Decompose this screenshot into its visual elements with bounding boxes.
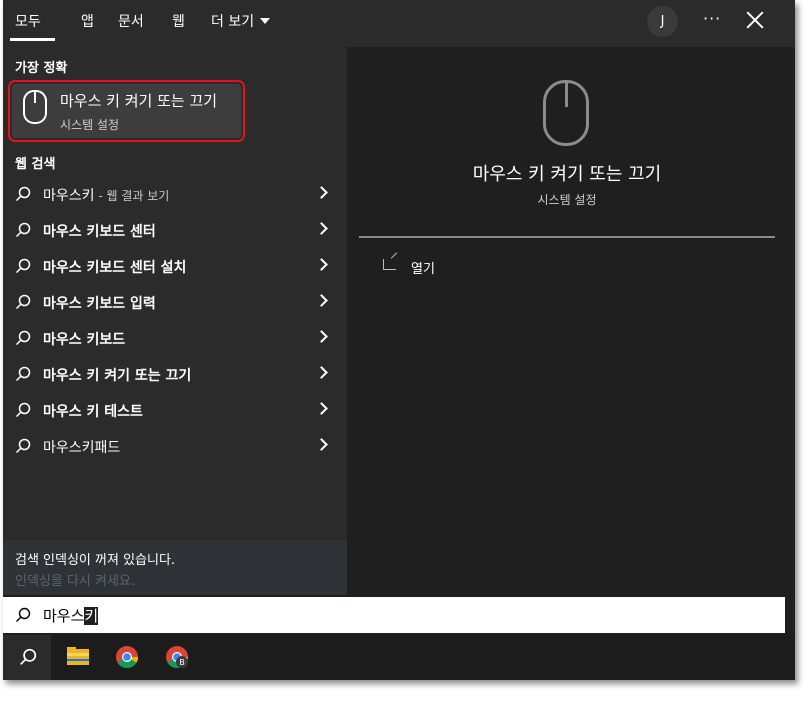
web-result-item[interactable]: 마우스 키보드 센터 설치 <box>3 248 347 284</box>
taskbar: B <box>3 635 795 680</box>
best-match-title: 마우스 키 켜기 또는 끄기 <box>60 92 218 110</box>
search-box[interactable]: 마우스키 <box>3 597 785 633</box>
web-search-heading: 웹 검색 <box>15 157 56 172</box>
web-result-label: 마우스 키보드 센터 <box>43 224 156 240</box>
chevron-right-icon <box>315 222 328 235</box>
mouse-icon <box>23 90 47 124</box>
search-icon <box>15 186 31 202</box>
chevron-right-icon <box>315 330 328 343</box>
tab-apps[interactable]: 앱 <box>81 11 94 33</box>
web-result-label: 마우스 키 테스트 <box>43 404 143 420</box>
best-match-subtitle: 시스템 설정 <box>60 118 120 132</box>
file-explorer-icon[interactable] <box>67 647 89 665</box>
search-input[interactable]: 마우스키 <box>43 605 99 626</box>
web-result-label: 마우스 키보드 입력 <box>43 296 156 312</box>
web-result-label: 마우스키패드 <box>43 440 121 456</box>
indexing-notice: 검색 인덱싱이 꺼져 있습니다. 인덱싱을 다시 켜세요. <box>3 540 347 595</box>
chevron-right-icon <box>315 294 328 307</box>
preview-subtitle: 시스템 설정 <box>537 193 597 207</box>
search-window: 모두 앱 문서 웹 더 보기 J ··· 가장 정확 마우스 키 켜기 또는 끄… <box>3 0 795 680</box>
chevron-down-icon <box>260 18 271 24</box>
search-icon <box>15 258 31 274</box>
web-result-item[interactable]: 마우스 키보드 입력 <box>3 284 347 320</box>
search-icon <box>15 366 31 382</box>
profile-badge: B <box>179 658 185 667</box>
web-result-item[interactable]: 마우스키 - 웹 결과 보기 <box>3 176 347 212</box>
tab-more[interactable]: 더 보기 <box>211 11 271 33</box>
open-action[interactable]: 열기 <box>411 258 435 277</box>
search-icon <box>20 648 37 665</box>
results-panel: 가장 정확 마우스 키 켜기 또는 끄기 시스템 설정 웹 검색 마우스키 - … <box>3 47 347 595</box>
chevron-right-icon <box>315 402 328 415</box>
web-result-suffix: - 웹 결과 보기 <box>94 189 170 203</box>
web-result-label: 마우스 키보드 센터 설치 <box>43 260 187 276</box>
web-result-item[interactable]: 마우스 키보드 <box>3 320 347 356</box>
search-icon <box>15 438 31 454</box>
web-result-label: 마우스키 <box>43 188 95 204</box>
web-result-item[interactable]: 마우스키패드 <box>3 428 347 464</box>
chrome-profile-icon[interactable]: B <box>165 645 189 669</box>
search-icon <box>15 222 31 238</box>
web-result-item[interactable]: 마우스 키 테스트 <box>3 392 347 428</box>
search-icon <box>15 330 31 346</box>
mouse-icon <box>543 80 589 146</box>
close-icon[interactable] <box>745 10 765 30</box>
chevron-right-icon <box>315 366 328 379</box>
tab-web[interactable]: 웹 <box>172 11 185 33</box>
top-bar: 모두 앱 문서 웹 더 보기 J ··· <box>3 0 795 47</box>
more-options-button[interactable]: ··· <box>703 9 721 28</box>
tab-active-indicator <box>10 38 55 41</box>
chevron-right-icon <box>315 438 328 451</box>
chrome-icon[interactable] <box>115 645 139 669</box>
chevron-right-icon <box>315 258 328 271</box>
web-result-item[interactable]: 마우스 키보드 센터 <box>3 212 347 248</box>
preview-panel: 마우스 키 켜기 또는 끄기 시스템 설정 열기 <box>359 60 775 600</box>
divider <box>359 236 775 238</box>
web-result-item[interactable]: 마우스 키 켜기 또는 끄기 <box>3 356 347 392</box>
web-result-label: 마우스 키 켜기 또는 끄기 <box>43 368 192 384</box>
search-icon <box>15 294 31 310</box>
tab-documents[interactable]: 문서 <box>118 11 144 33</box>
indexing-notice-text: 검색 인덱싱이 꺼져 있습니다. <box>15 553 176 568</box>
open-icon <box>383 259 396 270</box>
best-match-item[interactable]: 마우스 키 켜기 또는 끄기 시스템 설정 <box>8 80 245 142</box>
chevron-right-icon <box>315 186 328 199</box>
web-result-label: 마우스 키보드 <box>43 332 126 348</box>
avatar[interactable]: J <box>647 6 678 37</box>
search-icon <box>16 607 31 622</box>
enable-indexing-link[interactable]: 인덱싱을 다시 켜세요. <box>15 570 135 589</box>
preview-title: 마우스 키 켜기 또는 끄기 <box>472 164 662 185</box>
best-match-heading: 가장 정확 <box>15 61 68 76</box>
taskbar-search-button[interactable] <box>3 635 51 680</box>
tab-all[interactable]: 모두 <box>15 11 41 33</box>
search-icon <box>15 402 31 418</box>
ime-composition: 키 <box>84 607 99 625</box>
